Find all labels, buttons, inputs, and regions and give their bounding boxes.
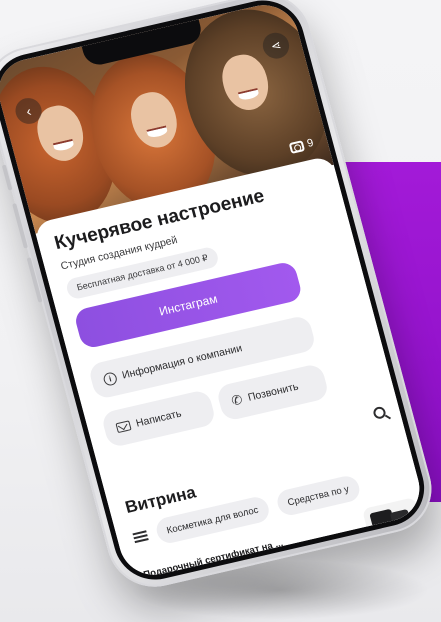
company-info-label: Информация о компании xyxy=(120,342,244,382)
chevron-left-icon: ‹ xyxy=(24,102,33,120)
phone-icon: ✆ xyxy=(229,391,245,409)
menu-icon[interactable] xyxy=(132,530,149,544)
camera-icon xyxy=(288,139,305,154)
share-icon: ⋖ xyxy=(269,37,283,54)
phone-screen: ‹ ⋖ 9 Кучерявое настроение Студия создан… xyxy=(0,0,427,582)
category-chip[interactable]: Средства по у xyxy=(274,473,362,518)
call-label: Позвонить xyxy=(246,380,300,404)
write-label: Написать xyxy=(134,407,183,430)
mail-icon xyxy=(115,420,132,434)
write-button[interactable]: Написать xyxy=(100,388,217,449)
phone-mockup: ‹ ⋖ 9 Кучерявое настроение Студия создан… xyxy=(0,0,441,596)
call-button[interactable]: ✆ Позвонить xyxy=(215,362,330,422)
info-icon: i xyxy=(102,370,119,387)
search-icon[interactable] xyxy=(372,405,387,420)
